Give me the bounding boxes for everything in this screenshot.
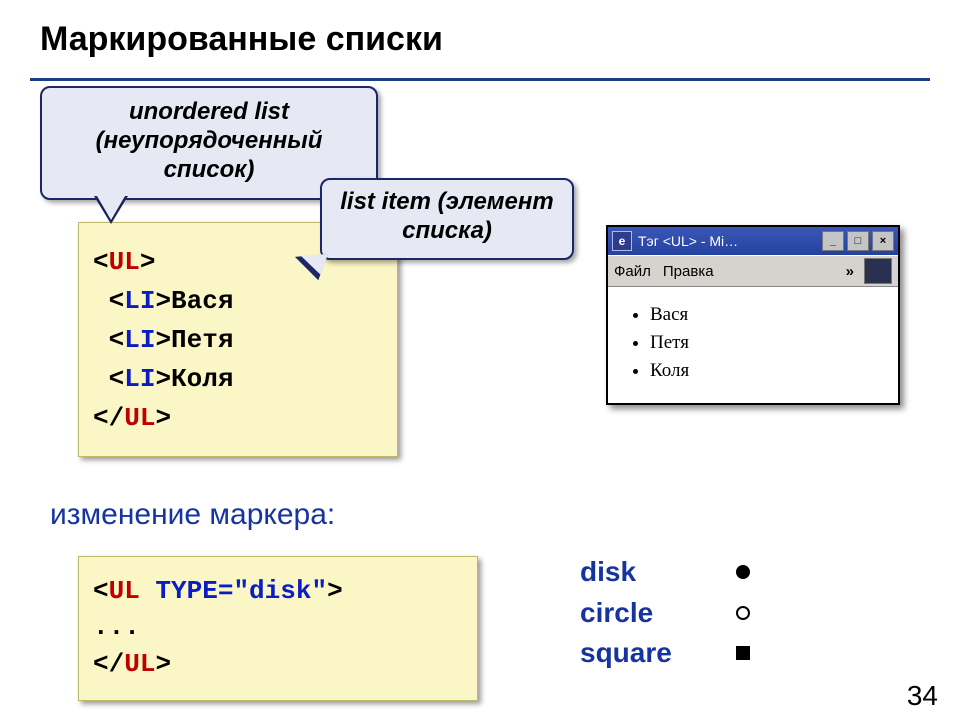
code-line: </UL> [93,646,463,682]
menu-edit[interactable]: Правка [663,263,714,280]
browser-title: Тэг <UL> - Mi… [638,233,738,249]
marker-label: disk [580,552,730,593]
minimize-button[interactable]: _ [822,231,844,251]
code-line: <LI>Коля [93,360,383,399]
slide: Маркированные списки unordered list (неу… [0,0,960,720]
maximize-button[interactable]: □ [847,231,869,251]
browser-window: e Тэг <UL> - Mi… _ □ × Файл Правка » Вас… [606,225,900,405]
marker-label: square [580,633,730,674]
browser-menubar: Файл Правка » [608,255,898,286]
square-icon [730,645,756,661]
subheading-marker-change: изменение маркера: [50,498,335,532]
ie-icon: e [612,231,632,251]
disk-icon [730,564,756,580]
code-line: ... [93,609,463,645]
code-line: <LI>Вася [93,282,383,321]
marker-row-circle: circle [580,593,756,634]
browser-throbber-icon [864,258,892,284]
list-item: Коля [650,357,880,385]
list-item: Вася [650,301,880,329]
callout-listitem-text: list item (элемент списка) [340,188,554,244]
code-line: <UL TYPE="disk"> [93,573,463,609]
circle-icon [730,605,756,621]
browser-client-area: Вася Петя Коля [608,286,898,403]
marker-types: disk circle square [580,552,756,674]
close-button[interactable]: × [872,231,894,251]
marker-row-square: square [580,633,756,674]
title-rule [30,78,930,81]
browser-titlebar: e Тэг <UL> - Mi… _ □ × [608,227,898,255]
callout-list-item: list item (элемент списка) [320,178,574,260]
code-line: <LI>Петя [93,321,383,360]
result-list: Вася Петя Коля [626,301,880,385]
page-number: 34 [907,680,938,712]
marker-label: circle [580,593,730,634]
code-block-ul-type: <UL TYPE="disk"> ... </UL> [78,556,478,701]
menu-file[interactable]: Файл [614,263,651,280]
menu-more[interactable]: » [846,263,854,280]
callout-unordered-text: unordered list (неупорядоченный список) [96,98,323,183]
slide-title: Маркированные списки [40,20,443,59]
code-line: </UL> [93,399,383,438]
marker-row-disk: disk [580,552,756,593]
list-item: Петя [650,329,880,357]
